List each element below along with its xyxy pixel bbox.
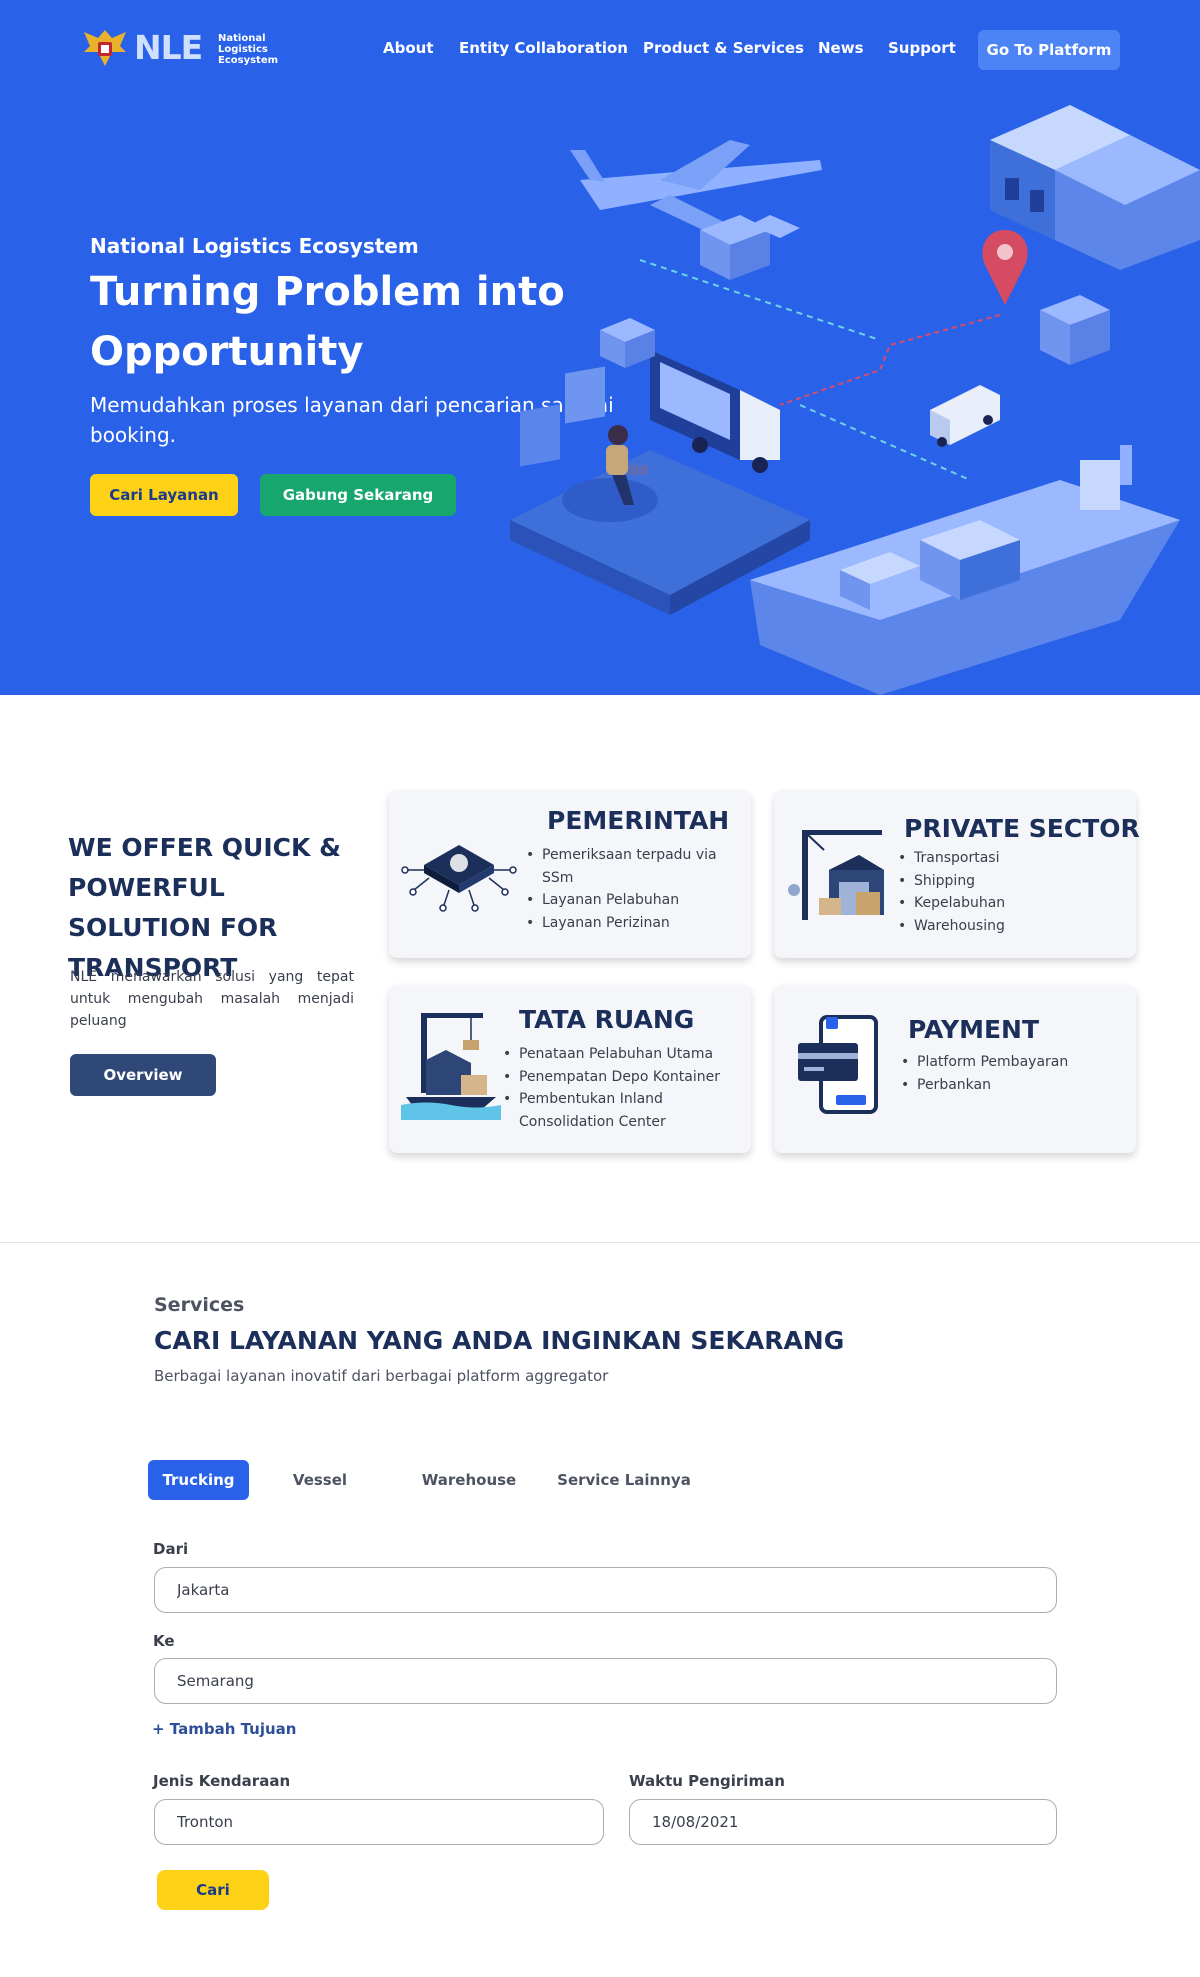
overview-button[interactable]: Overview [70, 1054, 216, 1096]
cari-layanan-button[interactable]: Cari Layanan [90, 474, 238, 516]
hero-section: NLE National Logistics Ecosystem About E… [0, 0, 1200, 695]
list-item: Perbankan [901, 1074, 1121, 1097]
card-pemerintah[interactable]: PEMERINTAH Pemeriksaan terpadu via SSm L… [389, 790, 751, 958]
card-list: Pemeriksaan terpadu via SSm Layanan Pela… [526, 844, 741, 934]
emblem-icon [84, 30, 126, 66]
list-item: Pembentukan Inland Consolidation Center [503, 1088, 748, 1133]
offer-description: NLE menawarkan solusi yang tepat untuk m… [70, 969, 354, 1029]
list-item: Transportasi [898, 847, 1123, 870]
time-label: Waktu Pengiriman [629, 1772, 785, 1790]
list-item: Layanan Perizinan [526, 912, 741, 935]
card-title: PRIVATE SECTOR [904, 814, 1140, 843]
tab-service-lainnya[interactable]: Service Lainnya [554, 1460, 694, 1500]
to-field[interactable] [154, 1658, 1057, 1704]
card-list: Transportasi Shipping Kepelabuhan Wareho… [898, 847, 1123, 937]
logo-subtitle: National Logistics Ecosystem [218, 33, 278, 66]
logo-sub-line: National [218, 33, 266, 44]
to-label: Ke [153, 1632, 175, 1650]
card-private-sector[interactable]: PRIVATE SECTOR Transportasi Shipping Kep… [774, 790, 1140, 958]
nav-link-about[interactable]: About [383, 39, 434, 57]
list-item: Warehousing [898, 915, 1123, 938]
vehicle-field[interactable] [154, 1799, 604, 1845]
container-stack [600, 215, 800, 368]
list-item: Layanan Pelabuhan [526, 889, 741, 912]
list-item: Shipping [898, 870, 1123, 893]
ship-icon [750, 445, 1180, 695]
tab-vessel[interactable]: Vessel [275, 1460, 365, 1500]
chip-icon [401, 845, 517, 912]
nle-logo[interactable]: NLE National Logistics Ecosystem [82, 26, 282, 70]
go-to-platform-button[interactable]: Go To Platform [978, 30, 1120, 70]
list-item: Kepelabuhan [898, 892, 1123, 915]
from-field[interactable] [154, 1567, 1057, 1613]
card-title: PEMERINTAH [547, 806, 730, 835]
vehicle-label: Jenis Kendaraan [153, 1772, 291, 1790]
section-divider [0, 1242, 1200, 1243]
offer-title: WE OFFER QUICK & POWERFUL SOLUTION FOR T… [68, 833, 341, 982]
list-item: Pemeriksaan terpadu via SSm [526, 844, 741, 889]
location-pin-icon [982, 230, 1028, 305]
logo-sub-line: Logistics [218, 44, 268, 55]
services-title: CARI LAYANAN YANG ANDA INGINKAN SEKARANG [154, 1326, 845, 1355]
list-item: Penempatan Depo Kontainer [503, 1066, 748, 1089]
time-field[interactable] [629, 1799, 1057, 1845]
payment-phone-icon [798, 1015, 878, 1114]
nav-link-product-services[interactable]: Product & Services [643, 39, 804, 57]
card-title: TATA RUANG [519, 1005, 695, 1034]
nav-link-support[interactable]: Support [888, 39, 956, 57]
port-crane-icon [401, 1013, 501, 1120]
nav-links: About Entity Collaboration Product & Ser… [380, 30, 1200, 70]
logo-sub-line: Ecosystem [218, 55, 279, 66]
tab-trucking[interactable]: Trucking [148, 1460, 249, 1500]
van-icon [930, 385, 1000, 447]
list-item: Penataan Pelabuhan Utama [503, 1043, 748, 1066]
tab-warehouse[interactable]: Warehouse [414, 1460, 524, 1500]
services-eyebrow: Services [154, 1294, 245, 1316]
gabung-sekarang-button[interactable]: Gabung Sekarang [260, 474, 456, 516]
card-title: PAYMENT [908, 1015, 1040, 1044]
services-subtitle: Berbagai layanan inovatif dari berbagai … [154, 1367, 609, 1385]
nav-link-entity-collaboration[interactable]: Entity Collaboration [459, 39, 628, 57]
card-tata-ruang[interactable]: TATA RUANG Penataan Pelabuhan Utama Pene… [389, 985, 751, 1153]
truck-icon [650, 350, 780, 473]
container-stack-right [1040, 295, 1110, 365]
from-label: Dari [153, 1540, 189, 1558]
nav-link-news[interactable]: News [818, 39, 864, 57]
card-payment[interactable]: PAYMENT Platform Pembayaran Perbankan [774, 985, 1136, 1153]
logo-wordmark: NLE [134, 28, 203, 67]
card-list: Penataan Pelabuhan Utama Penempatan Depo… [503, 1043, 748, 1133]
card-list: Platform Pembayaran Perbankan [901, 1051, 1121, 1096]
hero-eyebrow: National Logistics Ecosystem [90, 234, 419, 258]
list-item: Platform Pembayaran [901, 1051, 1121, 1074]
logistics-illustration [510, 105, 1200, 695]
top-navbar: NLE National Logistics Ecosystem About E… [0, 0, 1200, 96]
crane-warehouse-icon [788, 830, 884, 920]
search-submit-button[interactable]: Cari [157, 1870, 269, 1910]
add-destination-link[interactable]: + Tambah Tujuan [152, 1720, 297, 1738]
